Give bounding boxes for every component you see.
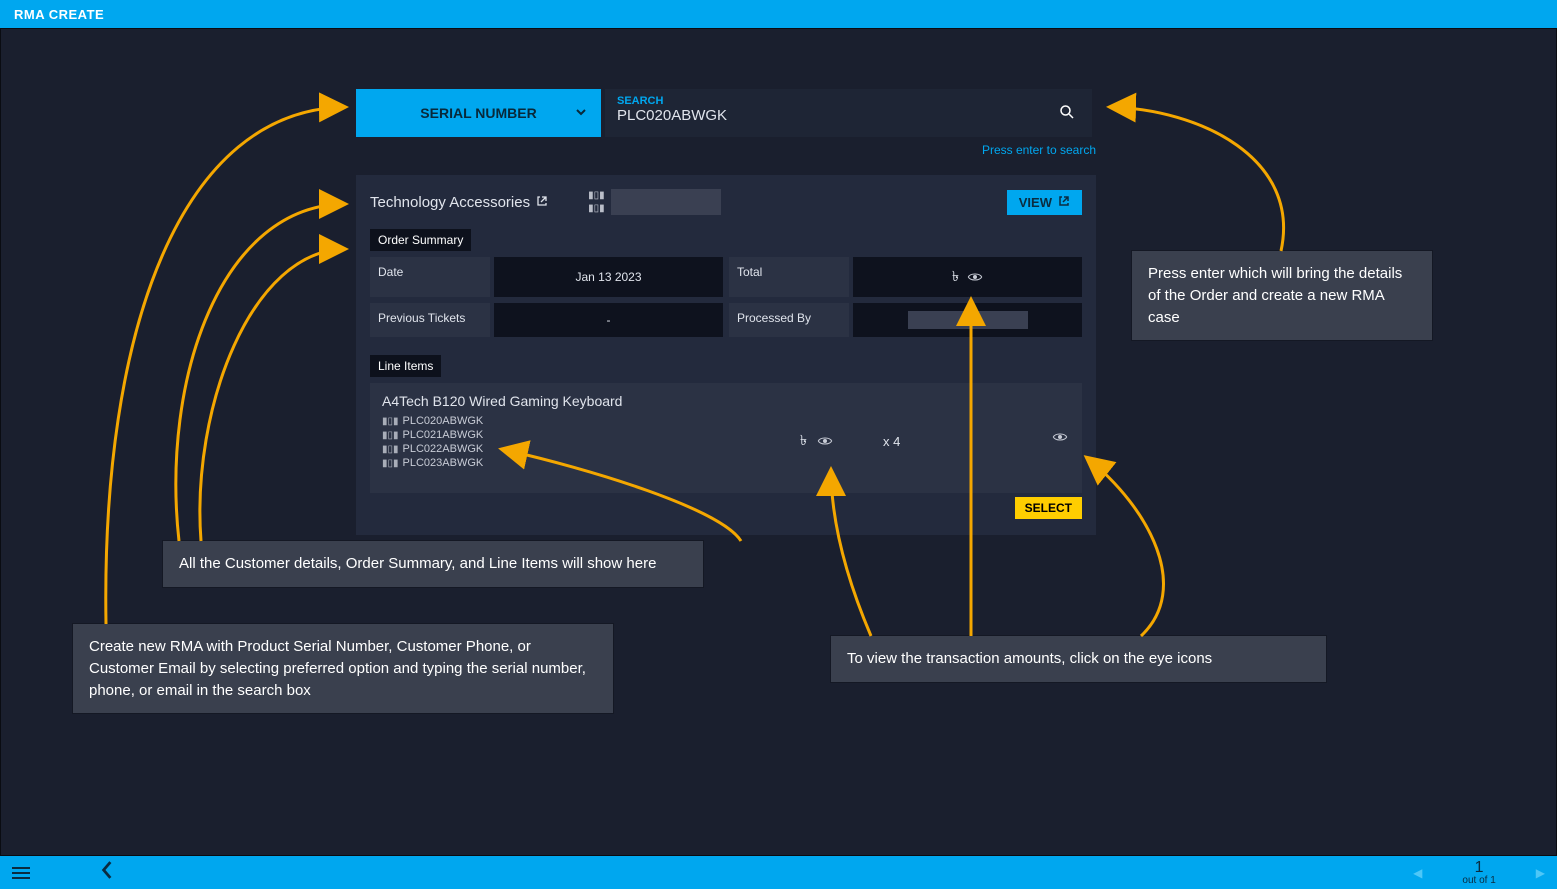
currency-symbol: ৳ [800,429,807,453]
canvas: SERIAL NUMBER SEARCH PLC020ABWGK Press e… [0,28,1557,856]
eye-icon[interactable] [817,433,833,449]
line-item-price: ৳ x 4 [800,429,900,453]
back-button[interactable] [100,861,114,885]
line-item-name: A4Tech B120 Wired Gaming Keyboard [382,393,1070,409]
total-value: ৳ [853,257,1082,297]
total-key: Total [729,257,849,297]
line-item: A4Tech B120 Wired Gaming Keyboard ▮▯▮PLC… [370,383,1082,493]
field-prev-tickets: Previous Tickets - [370,303,723,337]
serial-list: ▮▯▮PLC020ABWGK ▮▯▮PLC021ABWGK ▮▯▮PLC022A… [382,415,1070,469]
barcode-icon: ▮▯▮ [588,203,605,214]
select-button[interactable]: SELECT [1015,497,1082,519]
callout-enter: Press enter which will bring the details… [1132,251,1432,340]
external-link-icon [1058,195,1070,210]
date-key: Date [370,257,490,297]
menu-icon[interactable] [12,864,30,882]
serial-row: ▮▯▮PLC020ABWGK [382,415,1070,427]
search-row: SERIAL NUMBER SEARCH PLC020ABWGK [356,89,1092,137]
line-items-label: Line Items [370,355,441,377]
barcode-icon: ▮▯▮ [588,190,605,201]
prev-tickets-key: Previous Tickets [370,303,490,337]
external-link-icon [536,195,548,210]
barcode-icon: ▮▯▮ [382,416,399,427]
page-next[interactable]: ▶ [1536,866,1545,880]
barcode-icon: ▮▯▮ [382,430,399,441]
dropdown-label: SERIAL NUMBER [420,105,536,121]
order-summary-label: Order Summary [370,229,471,251]
field-date: Date Jan 13 2023 [370,257,723,297]
field-processed-by: Processed By [729,303,1082,337]
eye-icon[interactable] [1052,429,1068,445]
serial-row: ▮▯▮PLC023ABWGK [382,457,1070,469]
callout-search: Create new RMA with Product Serial Numbe… [73,624,613,713]
bottombar: ◀ 1 out of 1 ▶ [0,856,1557,889]
barcode-icon: ▮▯▮ [382,444,399,455]
chevron-down-icon [575,105,587,121]
view-button[interactable]: VIEW [1007,190,1082,215]
serial-row: ▮▯▮PLC022ABWGK [382,443,1070,455]
order-panel: Technology Accessories ▮▯▮ ▮▯▮ VIEW [356,175,1096,535]
search-hint: Press enter to search [356,143,1096,157]
date-value: Jan 13 2023 [494,257,723,297]
search-icon[interactable] [1058,103,1076,126]
currency-symbol: ৳ [952,265,959,289]
company-name[interactable]: Technology Accessories [370,194,548,211]
processed-by-key: Processed By [729,303,849,337]
titlebar: RMA CREATE [0,0,1557,28]
titlebar-title: RMA CREATE [14,7,104,22]
search-type-dropdown[interactable]: SERIAL NUMBER [356,89,601,137]
barcode-chip: ▮▯▮ ▮▯▮ [588,189,721,215]
redacted-block [908,311,1028,329]
page-prev[interactable]: ◀ [1413,866,1422,880]
field-total: Total ৳ [729,257,1082,297]
eye-icon[interactable] [967,269,983,285]
search-field-label: SEARCH [617,95,1080,107]
line-item-total [1052,429,1068,445]
serial-row: ▮▯▮PLC021ABWGK [382,429,1070,441]
processed-by-value [853,303,1082,337]
redacted-block [611,189,721,215]
prev-tickets-value: - [494,303,723,337]
callout-eye: To view the transaction amounts, click o… [831,636,1326,682]
search-input-value: PLC020ABWGK [617,107,1080,124]
callout-details: All the Customer details, Order Summary,… [163,541,703,587]
order-summary-grid: Date Jan 13 2023 Total ৳ Previous Ticket… [370,257,1082,337]
search-input-wrap[interactable]: SEARCH PLC020ABWGK [605,89,1092,137]
page-indicator: 1 out of 1 [1462,859,1495,886]
barcode-icon: ▮▯▮ [382,458,399,469]
line-item-qty: x 4 [883,434,900,449]
